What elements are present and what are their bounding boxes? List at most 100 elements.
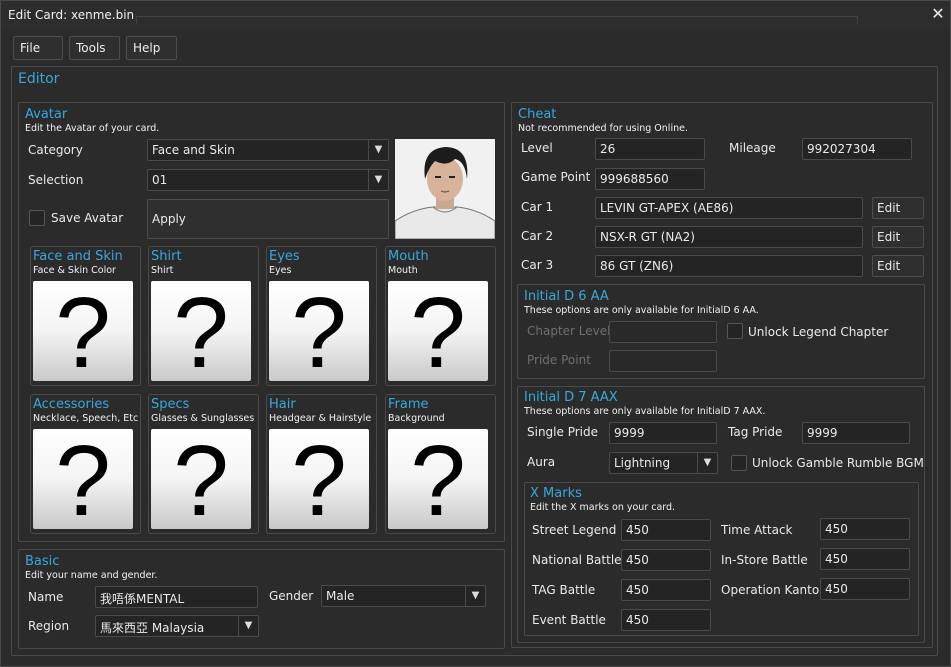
xmark-field[interactable]: 450: [820, 548, 910, 570]
save-avatar-checkbox[interactable]: [29, 210, 45, 226]
xmark-field[interactable]: 450: [621, 609, 711, 631]
level-field[interactable]: 26: [595, 138, 705, 160]
chevron-down-icon: ▼: [368, 170, 388, 190]
question-mark-icon: ?: [55, 425, 111, 537]
question-mark-icon: ?: [291, 277, 347, 389]
title-bar-tab-strip: [136, 16, 858, 24]
menu-file[interactable]: File: [13, 36, 63, 60]
avatar-part-image[interactable]: ?: [33, 425, 133, 537]
question-mark-icon: ?: [291, 425, 347, 537]
id6-title: Initial D 6 AA: [524, 289, 609, 304]
selection-select[interactable]: 01 ▼: [147, 169, 389, 191]
id7-subtitle: These options are only available for Ini…: [524, 406, 766, 417]
category-select[interactable]: Face and Skin ▼: [147, 139, 389, 161]
avatar-part-subtitle: Background: [388, 413, 445, 424]
chevron-down-icon: ▼: [697, 453, 717, 473]
xmark-field[interactable]: 450: [621, 579, 711, 601]
chevron-down-icon: ▼: [238, 616, 258, 636]
tag-pride-label: Tag Pride: [728, 425, 783, 439]
editor-title: Editor: [18, 71, 60, 87]
avatar-part-name: Accessories: [33, 397, 110, 412]
unlock-bgm-checkbox[interactable]: [731, 455, 747, 471]
avatar-part-subtitle: Headgear & Hairstyle: [269, 413, 372, 424]
chevron-down-icon: ▼: [368, 140, 388, 160]
chevron-down-icon: ▼: [465, 586, 485, 606]
avatar-part-name: Specs: [151, 397, 190, 412]
unlock-legend-checkbox[interactable]: [727, 323, 743, 339]
avatar-part-tile[interactable]: Shirt Shirt?: [148, 246, 259, 386]
question-mark-icon: ?: [173, 425, 229, 537]
mileage-label: Mileage: [729, 141, 776, 155]
avatar-portrait: [395, 139, 495, 239]
avatar-part-image[interactable]: ?: [151, 425, 251, 537]
avatar-part-name: Shirt: [151, 249, 182, 264]
level-label: Level: [521, 141, 553, 155]
aura-select[interactable]: Lightning ▼: [609, 452, 718, 474]
pride-point-field[interactable]: [609, 350, 717, 372]
car-field[interactable]: LEVIN GT-APEX (AE86): [595, 197, 863, 219]
avatar-part-tile[interactable]: Eyes Eyes?: [266, 246, 377, 386]
car-edit-button[interactable]: Edit: [872, 226, 924, 248]
avatar-part-name: Frame: [388, 397, 429, 412]
xmark-field[interactable]: 450: [820, 518, 910, 540]
avatar-part-name: Face and Skin: [33, 249, 123, 264]
avatar-part-image[interactable]: ?: [269, 277, 369, 389]
car-field[interactable]: 86 GT (ZN6): [595, 255, 863, 277]
avatar-part-image[interactable]: ?: [388, 281, 488, 385]
avatar-part-tile[interactable]: Mouth Mouth?: [385, 246, 496, 386]
single-pride-label: Single Pride: [527, 425, 598, 439]
unlock-legend-label: Unlock Legend Chapter: [748, 325, 889, 339]
avatar-part-tile[interactable]: Accessories Necklace, Speech, Etc?: [30, 394, 141, 534]
car-field[interactable]: NSX-R GT (NA2): [595, 226, 863, 248]
xmark-field[interactable]: 450: [621, 549, 711, 571]
unlock-bgm-label: Unlock Gamble Rumble BGM: [752, 456, 924, 470]
question-mark-icon: ?: [410, 425, 466, 537]
selection-value: 01: [152, 173, 168, 187]
car-label: Car 1: [521, 200, 554, 214]
avatar-part-tile[interactable]: Hair Headgear & Hairstyle?: [266, 394, 377, 534]
category-label: Category: [28, 143, 83, 157]
gender-select[interactable]: Male ▼: [321, 585, 486, 607]
mileage-field[interactable]: 992027304: [802, 138, 912, 160]
chapter-label: Chapter Level: [527, 324, 611, 338]
menu-tools[interactable]: Tools: [69, 36, 120, 60]
avatar-preview: [395, 139, 495, 239]
name-field[interactable]: 我唔係MENTAL: [95, 586, 258, 608]
gamepoint-field[interactable]: 999688560: [595, 168, 705, 190]
avatar-part-tile[interactable]: Specs Glasses & Sunglasses?: [148, 394, 259, 534]
menu-help[interactable]: Help: [126, 36, 177, 60]
avatar-part-tile[interactable]: Face and Skin Face & Skin Color?: [30, 246, 141, 386]
question-mark-icon: ?: [173, 277, 229, 389]
region-select[interactable]: 馬來西亞 Malaysia ▼: [95, 615, 259, 637]
avatar-part-tile[interactable]: Frame Background?: [385, 394, 496, 534]
gender-value: Male: [326, 589, 355, 603]
tag-pride-field[interactable]: 9999: [802, 422, 910, 444]
avatar-part-image[interactable]: ?: [388, 425, 488, 537]
avatar-part-name: Mouth: [388, 249, 429, 264]
xmark-field[interactable]: 450: [621, 519, 711, 541]
xmark-label: In-Store Battle: [721, 553, 808, 567]
avatar-part-subtitle: Face & Skin Color: [33, 265, 116, 276]
car-edit-button[interactable]: Edit: [872, 197, 924, 219]
xmark-field[interactable]: 450: [820, 578, 910, 600]
close-icon[interactable]: ✕: [928, 4, 948, 24]
car-label: Car 2: [521, 229, 554, 243]
avatar-part-image[interactable]: ?: [151, 277, 251, 389]
id7-title: Initial D 7 AAX: [524, 390, 618, 405]
avatar-part-name: Eyes: [269, 249, 300, 264]
avatar-part-subtitle: Necklace, Speech, Etc: [33, 413, 139, 424]
pride-point-label: Pride Point: [527, 353, 591, 367]
avatar-part-image[interactable]: ?: [33, 281, 133, 385]
aura-label: Aura: [527, 455, 556, 469]
region-label: Region: [28, 619, 70, 633]
single-pride-field[interactable]: 9999: [609, 422, 717, 444]
selection-label: Selection: [28, 173, 84, 187]
xmark-label: Time Attack: [721, 523, 793, 537]
chapter-field[interactable]: [609, 321, 717, 343]
avatar-part-image[interactable]: ?: [269, 425, 369, 537]
avatar-part-subtitle: Mouth: [388, 265, 418, 276]
car-edit-button[interactable]: Edit: [872, 255, 924, 277]
apply-button[interactable]: Apply: [147, 199, 389, 239]
avatar-part-subtitle: Eyes: [269, 265, 292, 276]
avatar-part-subtitle: Glasses & Sunglasses: [151, 413, 255, 424]
